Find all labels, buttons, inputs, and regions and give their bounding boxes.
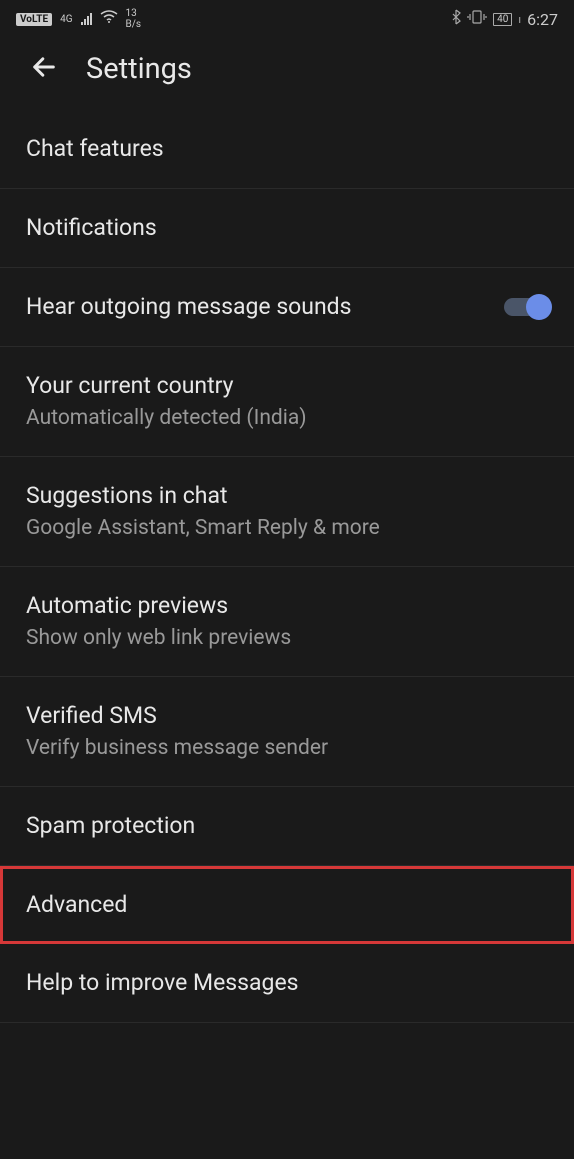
setting-title: Verified SMS [26,701,548,731]
outgoing-sounds-toggle[interactable] [504,298,548,316]
setting-advanced[interactable]: Advanced [0,866,574,944]
setting-title: Automatic previews [26,591,548,621]
setting-outgoing-sounds[interactable]: Hear outgoing message sounds [0,268,574,347]
page-title: Settings [86,52,192,86]
setting-help-improve[interactable]: Help to improve Messages [0,944,574,1023]
setting-notifications[interactable]: Notifications [0,189,574,268]
setting-title: Advanced [26,890,548,920]
setting-title: Spam protection [26,811,548,841]
app-header: Settings [0,34,574,110]
back-arrow-icon[interactable] [30,53,58,85]
status-right: 40 ı 6:27 [451,9,558,29]
data-rate: 13 B/s [126,8,142,30]
network-type: 4G [60,14,72,25]
charging-icon: ı [518,13,521,26]
bluetooth-icon [451,9,461,29]
setting-subtitle: Verify business message sender [26,735,548,762]
setting-subtitle: Automatically detected (India) [26,405,548,432]
setting-chat-features[interactable]: Chat features [0,110,574,189]
setting-subtitle: Google Assistant, Smart Reply & more [26,515,548,542]
status-left: VoLTE 4G 13 B/s [16,8,141,30]
setting-title: Hear outgoing message sounds [26,292,504,322]
wifi-icon [100,10,118,28]
setting-suggestions[interactable]: Suggestions in chat Google Assistant, Sm… [0,457,574,567]
status-bar: VoLTE 4G 13 B/s [0,0,574,34]
setting-spam-protection[interactable]: Spam protection [0,787,574,866]
setting-title: Notifications [26,213,548,243]
settings-list: Chat features Notifications Hear outgoin… [0,110,574,1023]
vibrate-icon [467,9,487,29]
setting-auto-previews[interactable]: Automatic previews Show only web link pr… [0,567,574,677]
signal-icon [81,13,92,25]
clock: 6:27 [527,10,558,29]
battery-icon: 40 [493,13,512,26]
setting-title: Your current country [26,371,548,401]
setting-current-country[interactable]: Your current country Automatically detec… [0,347,574,457]
volte-badge: VoLTE [16,13,52,26]
setting-subtitle: Show only web link previews [26,625,548,652]
setting-title: Help to improve Messages [26,968,548,998]
setting-verified-sms[interactable]: Verified SMS Verify business message sen… [0,677,574,787]
setting-title: Suggestions in chat [26,481,548,511]
setting-title: Chat features [26,134,548,164]
